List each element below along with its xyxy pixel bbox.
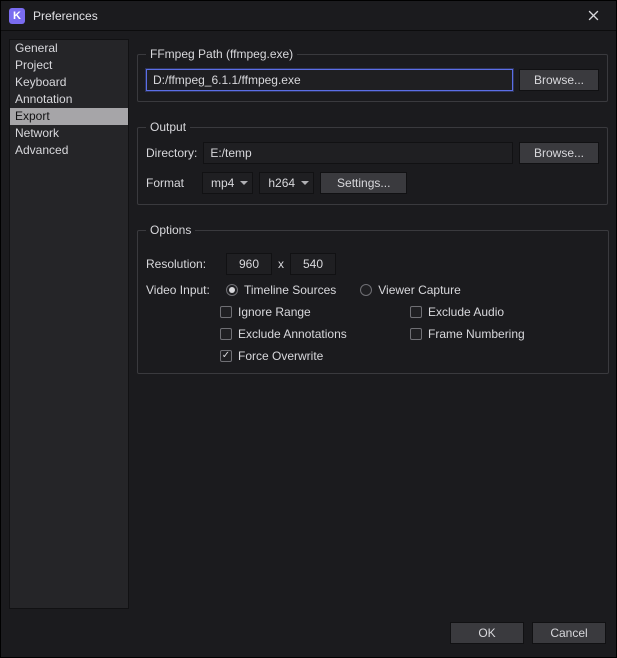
ok-button[interactable]: OK — [450, 622, 524, 644]
video-input-label: Video Input: — [146, 283, 220, 297]
chevron-down-icon — [240, 181, 248, 185]
force-overwrite-checkbox[interactable]: ✓ — [220, 350, 232, 362]
ffmpeg-group: FFmpeg Path (ffmpeg.exe) Browse... — [137, 47, 608, 102]
ffmpeg-browse-button[interactable]: Browse... — [519, 69, 599, 91]
directory-label: Directory: — [146, 146, 197, 160]
content-panel: FFmpeg Path (ffmpeg.exe) Browse... Outpu… — [137, 39, 608, 609]
resolution-label: Resolution: — [146, 257, 220, 271]
timeline-sources-label: Timeline Sources — [244, 283, 336, 297]
viewer-capture-label: Viewer Capture — [378, 283, 461, 297]
ignore-range-checkbox[interactable] — [220, 306, 232, 318]
app-logo: K — [9, 8, 25, 24]
container-combo[interactable]: mp4 — [202, 172, 253, 194]
container-value: mp4 — [211, 176, 234, 190]
codec-combo[interactable]: h264 — [259, 172, 314, 194]
sidebar-item-network[interactable]: Network — [10, 125, 128, 142]
resolution-height-input[interactable] — [290, 253, 336, 275]
exclude-audio-checkbox[interactable] — [410, 306, 422, 318]
exclude-annotations-checkbox[interactable] — [220, 328, 232, 340]
sidebar-item-export[interactable]: Export — [10, 108, 128, 125]
directory-input[interactable] — [203, 142, 513, 164]
codec-value: h264 — [268, 176, 295, 190]
viewer-capture-radio[interactable] — [360, 284, 372, 296]
exclude-annotations-label: Exclude Annotations — [238, 327, 347, 341]
output-legend: Output — [146, 120, 190, 134]
ignore-range-label: Ignore Range — [238, 305, 311, 319]
sidebar-item-project[interactable]: Project — [10, 57, 128, 74]
force-overwrite-label: Force Overwrite — [238, 349, 323, 363]
timeline-sources-radio[interactable] — [226, 284, 238, 296]
directory-browse-button[interactable]: Browse... — [519, 142, 599, 164]
close-icon — [588, 10, 599, 21]
sidebar-item-annotation[interactable]: Annotation — [10, 91, 128, 108]
format-settings-button[interactable]: Settings... — [320, 172, 407, 194]
resolution-width-input[interactable] — [226, 253, 272, 275]
format-label: Format — [146, 176, 196, 190]
chevron-down-icon — [301, 181, 309, 185]
cancel-button[interactable]: Cancel — [532, 622, 606, 644]
dialog-footer: OK Cancel — [1, 617, 616, 657]
exclude-audio-label: Exclude Audio — [428, 305, 504, 319]
sidebar-item-keyboard[interactable]: Keyboard — [10, 74, 128, 91]
window-title: Preferences — [33, 9, 98, 23]
sidebar-item-general[interactable]: General — [10, 40, 128, 57]
ffmpeg-path-input[interactable] — [146, 69, 513, 91]
options-group: Options Resolution: x Video Input: Timel… — [137, 223, 609, 374]
frame-numbering-checkbox[interactable] — [410, 328, 422, 340]
resolution-separator: x — [278, 257, 284, 271]
options-legend: Options — [146, 223, 195, 237]
output-group: Output Directory: Browse... Format mp4 h… — [137, 120, 608, 205]
frame-numbering-label: Frame Numbering — [428, 327, 525, 341]
titlebar: K Preferences — [1, 1, 616, 31]
close-button[interactable] — [578, 1, 608, 31]
category-sidebar: GeneralProjectKeyboardAnnotationExportNe… — [9, 39, 129, 609]
sidebar-item-advanced[interactable]: Advanced — [10, 142, 128, 159]
ffmpeg-legend: FFmpeg Path (ffmpeg.exe) — [146, 47, 297, 61]
